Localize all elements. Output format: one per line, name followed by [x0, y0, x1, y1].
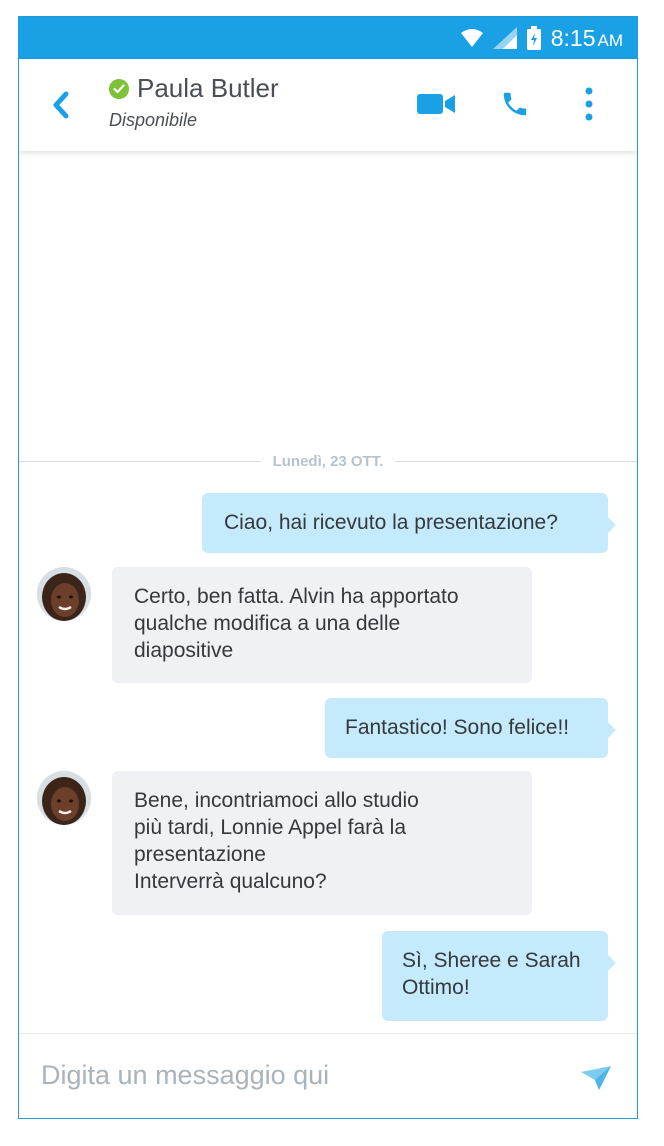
status-bar: 8:15 AM	[19, 17, 637, 59]
message-outgoing[interactable]: Sì, Sheree e Sarah Ottimo!	[382, 931, 616, 1021]
send-icon	[581, 1066, 611, 1090]
status-time: 8:15	[550, 24, 596, 51]
message-outgoing[interactable]: Ciao, hai ricevuto la presentazione?	[202, 493, 616, 553]
phone-screen: 8:15 AM Paula Butler Disponibile Lunedì,…	[18, 16, 638, 1119]
contact-name: Paula Butler	[137, 73, 279, 103]
contact-info[interactable]: Paula Butler Disponibile	[109, 73, 279, 131]
message-text: Ciao, hai ricevuto la presentazione?	[224, 511, 558, 534]
presence-available-icon	[109, 78, 129, 99]
send-button[interactable]	[581, 1066, 611, 1095]
message-text: Bene, incontriamoci allo studio più tard…	[134, 789, 419, 893]
date-divider: Lunedì, 23 OTT.	[19, 449, 637, 473]
more-options-icon	[585, 87, 593, 121]
message-outgoing[interactable]: Fantastico! Sono felice!!	[325, 698, 616, 758]
back-button[interactable]	[51, 91, 75, 121]
message-text: Fantastico! Sono felice!!	[345, 716, 570, 739]
message-incoming[interactable]: Certo, ben fatta. Alvin ha apportato qua…	[112, 567, 532, 683]
message-list[interactable]: Lunedì, 23 OTT. Ciao, hai ricevuto la pr…	[19, 151, 637, 1033]
video-call-icon	[417, 94, 455, 114]
message-input[interactable]	[39, 1054, 563, 1096]
back-icon	[53, 91, 69, 119]
message-incoming[interactable]: Bene, incontriamoci allo studio più tard…	[112, 771, 532, 915]
phone-call-icon	[503, 92, 527, 116]
message-composer	[19, 1033, 637, 1118]
status-ampm: AM	[597, 30, 624, 50]
video-call-button[interactable]	[417, 93, 455, 120]
phone-call-button[interactable]	[500, 89, 530, 124]
date-label: Lunedì, 23 OTT.	[272, 452, 384, 470]
message-text: Sì, Sheree e Sarah Ottimo!	[402, 949, 581, 999]
message-text: Certo, ben fatta. Alvin ha apportato qua…	[134, 585, 459, 662]
contact-status: Disponibile	[109, 110, 198, 130]
cell-signal-icon	[492, 27, 517, 49]
avatar[interactable]	[37, 567, 91, 621]
wifi-icon	[460, 29, 483, 47]
avatar[interactable]	[37, 771, 91, 825]
battery-icon	[526, 26, 541, 50]
conversation-header: Paula Butler Disponibile	[19, 59, 637, 151]
more-options-button[interactable]	[585, 87, 593, 126]
